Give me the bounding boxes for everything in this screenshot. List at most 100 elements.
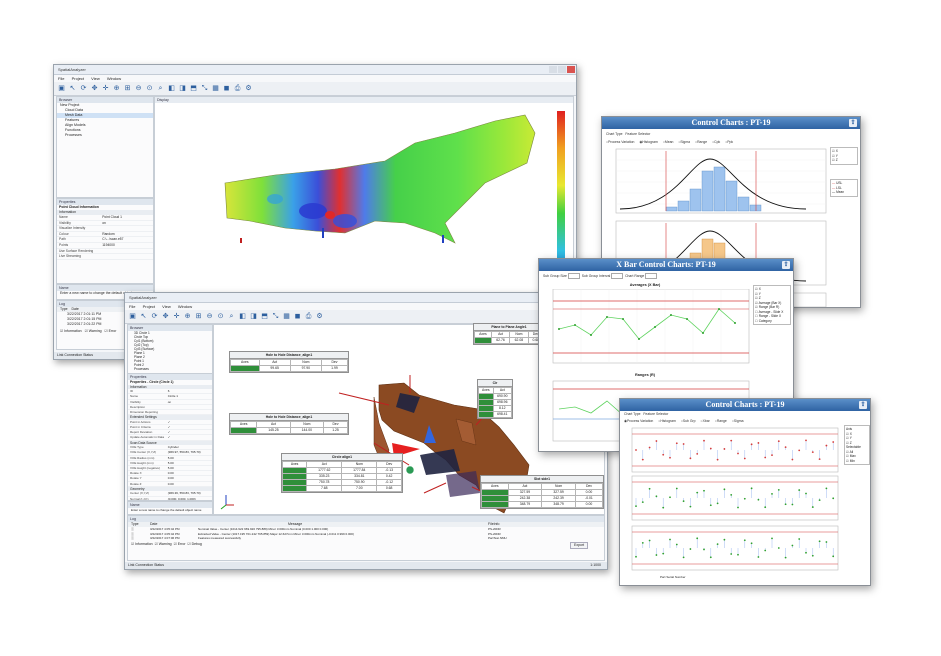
- zoom-fit-icon[interactable]: ⊙: [216, 312, 225, 321]
- property-value[interactable]: ✓: [168, 435, 212, 439]
- axis-toggle[interactable]: ☑ Min: [846, 459, 868, 464]
- property-row[interactable]: Live Streaming: [57, 254, 153, 260]
- view-front-icon[interactable]: ◧: [238, 312, 247, 321]
- property-value[interactable]: [102, 226, 153, 231]
- measure-card-cir[interactable]: Cir Axes Act 690.90 698.96 8.12 698.41: [477, 379, 513, 419]
- property-value[interactable]: on: [102, 221, 153, 226]
- grid-icon[interactable]: ▦: [211, 84, 220, 93]
- property-value[interactable]: 0.00: [168, 471, 212, 475]
- property-value[interactable]: 0.00: [168, 476, 212, 480]
- export-icon[interactable]: ⇪: [849, 119, 857, 127]
- property-value[interactable]: on: [168, 400, 212, 404]
- property-value[interactable]: [102, 249, 153, 254]
- axis-y-checkbox[interactable]: ☑: [832, 154, 835, 158]
- rotate-view-icon[interactable]: ⟳: [79, 84, 88, 93]
- measure-icon[interactable]: ⤡: [200, 84, 209, 93]
- zoom-fit-icon[interactable]: ⊙: [145, 84, 154, 93]
- property-value[interactable]: Random: [102, 232, 153, 237]
- camera-icon[interactable]: ⎙: [304, 312, 313, 321]
- axis-z-checkbox[interactable]: ☑: [832, 158, 835, 162]
- property-value[interactable]: Circle 1: [168, 394, 212, 398]
- property-value[interactable]: 0.00: [168, 482, 212, 486]
- camera-icon[interactable]: ⎙: [233, 84, 242, 93]
- render-icon[interactable]: ◼: [222, 84, 231, 93]
- move-icon[interactable]: ✥: [161, 312, 170, 321]
- measure-icon[interactable]: ⤡: [271, 312, 280, 321]
- axis-x-checkbox[interactable]: ☑: [832, 149, 835, 153]
- rotate-view-icon[interactable]: ⟳: [150, 312, 159, 321]
- export-icon[interactable]: ⇪: [859, 401, 867, 409]
- measure-card-circle-align[interactable]: Circle align1 Axes Act Nom Dev 1777.62 1777.8…: [281, 453, 403, 493]
- sub-group-interval-input[interactable]: [611, 273, 624, 280]
- select-cursor-icon[interactable]: ↖: [139, 312, 148, 321]
- chart-range-input[interactable]: [645, 273, 658, 280]
- property-value[interactable]: 1194000: [102, 243, 153, 248]
- property-value[interactable]: (969.97, 550.83, 795.70): [168, 450, 212, 454]
- zoom-out-icon[interactable]: ⊖: [134, 84, 143, 93]
- card-value-cell: 145.25: [256, 427, 291, 434]
- zoom-in-icon[interactable]: ⊕: [112, 84, 121, 93]
- property-value[interactable]: Cylinder: [168, 445, 212, 449]
- tree-item[interactable]: Processes: [128, 367, 212, 371]
- property-value[interactable]: ✓: [168, 420, 212, 424]
- zoom-in-icon[interactable]: ⊕: [183, 312, 192, 321]
- sub-group-size-input[interactable]: [567, 273, 580, 280]
- menu-project[interactable]: Project: [72, 76, 84, 81]
- tree-item-processes[interactable]: Processes: [57, 133, 153, 138]
- view-top-icon[interactable]: ⬒: [260, 312, 269, 321]
- select-cursor-icon[interactable]: ↖: [68, 84, 77, 93]
- maximize-button[interactable]: [558, 66, 566, 73]
- grid-icon[interactable]: ▦: [282, 312, 291, 321]
- zoom-all-icon[interactable]: ⌕: [156, 84, 165, 93]
- menu-file[interactable]: File: [129, 304, 135, 309]
- main-3d-display[interactable]: Display: [154, 96, 574, 318]
- property-value[interactable]: ✓: [168, 425, 212, 429]
- move-icon[interactable]: ✥: [90, 84, 99, 93]
- zoom-window-icon[interactable]: ⊞: [194, 312, 203, 321]
- series-toggle[interactable]: ☐ Category: [755, 319, 789, 324]
- view-top-icon[interactable]: ⬒: [189, 84, 198, 93]
- property-value[interactable]: ✓: [168, 430, 212, 434]
- close-button[interactable]: [567, 66, 575, 73]
- property-value[interactable]: C:\...\scan.e57: [102, 237, 153, 242]
- property-value[interactable]: (969.36, 550.83, 795.70): [168, 491, 212, 495]
- measure-card-plane-angle[interactable]: Plane to Plane Angle1 Axes Act Nom Dev 62.76…: [473, 323, 545, 345]
- export-icon[interactable]: ⇪: [782, 261, 790, 269]
- view-side-icon[interactable]: ◨: [178, 84, 187, 93]
- export-button[interactable]: Export: [570, 541, 589, 549]
- property-value[interactable]: [102, 254, 153, 259]
- axis-selector-box[interactable]: ☑ X ☑ Y ☑ Z: [830, 147, 858, 165]
- property-value[interactable]: Point Cloud 1: [102, 215, 153, 220]
- property-value[interactable]: [168, 405, 212, 409]
- zoom-window-icon[interactable]: ⊞: [123, 84, 132, 93]
- property-value[interactable]: 5.00: [168, 461, 212, 465]
- menu-window[interactable]: Window: [107, 76, 121, 81]
- menu-window[interactable]: Window: [178, 304, 192, 309]
- axis-selector-box[interactable]: Axis ☑ X ☑ Y ☑ Z Selectable ☑ All ☑ Max ☑ Min: [844, 425, 870, 465]
- settings-icon[interactable]: ⚙: [244, 84, 253, 93]
- property-value[interactable]: [168, 410, 212, 414]
- view-side-icon[interactable]: ◨: [249, 312, 258, 321]
- pan-icon[interactable]: ✛: [172, 312, 181, 321]
- measure-card-hole-distance-1[interactable]: Hole to Hole Distance_align1 Axes Act Nom D…: [229, 351, 349, 373]
- render-icon[interactable]: ◼: [293, 312, 302, 321]
- menu-view[interactable]: View: [91, 76, 100, 81]
- menu-view[interactable]: View: [162, 304, 171, 309]
- pan-icon[interactable]: ✛: [101, 84, 110, 93]
- open-project-icon[interactable]: ▣: [128, 312, 137, 321]
- settings-icon[interactable]: ⚙: [315, 312, 324, 321]
- property-value[interactable]: 6: [168, 389, 212, 393]
- zoom-out-icon[interactable]: ⊖: [205, 312, 214, 321]
- log-row[interactable]: ⓘ 3/22/2017 4:07:06 PM Features measured s…: [128, 536, 604, 541]
- minimize-button[interactable]: [549, 66, 557, 73]
- measure-card-hole-distance-2[interactable]: Hole to Hole Distance_align1 Axes Act Nom D…: [229, 413, 349, 435]
- open-project-icon[interactable]: ▣: [57, 84, 66, 93]
- menu-project[interactable]: Project: [143, 304, 155, 309]
- measure-card-slot-side[interactable]: Slot side1 Axes Act Nom Dev 327.59 327.59 0.00…: [480, 475, 604, 509]
- property-value[interactable]: 5.00: [168, 466, 212, 470]
- xbar-series-selector[interactable]: ☑ X ☑ Y ☑ Z ☑ Average (Bar X) ☑ Range (Bar R…: [753, 285, 791, 325]
- menu-file[interactable]: File: [58, 76, 64, 81]
- property-value[interactable]: 5.00: [168, 456, 212, 460]
- zoom-all-icon[interactable]: ⌕: [227, 312, 236, 321]
- view-front-icon[interactable]: ◧: [167, 84, 176, 93]
